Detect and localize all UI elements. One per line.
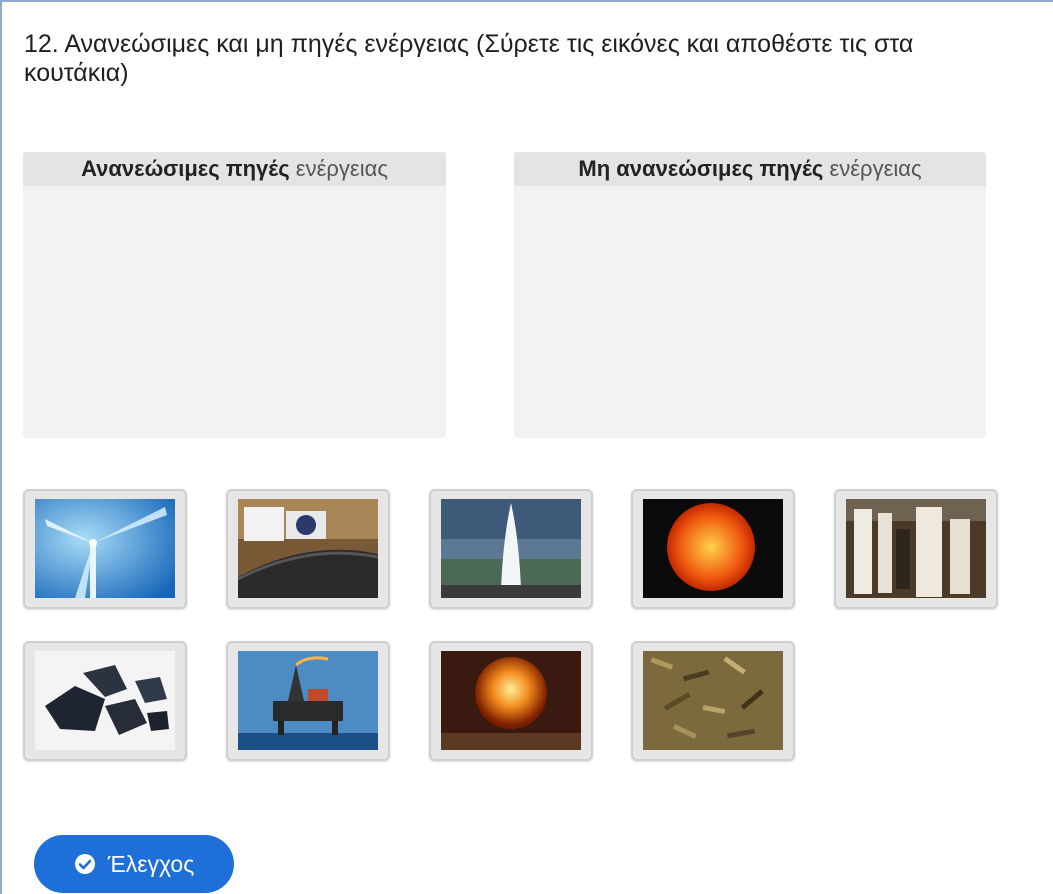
draggable-tile-geyser[interactable] xyxy=(429,489,593,609)
renewable-bucket-title-bold: Ανανεώσιμες πηγές xyxy=(81,156,290,181)
draggable-tile-sun[interactable] xyxy=(631,489,795,609)
frame-left-border xyxy=(0,0,2,894)
renewable-bucket-title-light: ενέργειας xyxy=(289,156,388,181)
oil-pipeline-image xyxy=(238,499,378,598)
sun-image xyxy=(643,499,783,598)
renewable-bucket-header: Ανανεώσιμες πηγές ενέργειας xyxy=(23,152,446,186)
non-renewable-bucket-title-light: ενέργειας xyxy=(823,156,922,181)
draggable-tile-nuclear-explosion[interactable] xyxy=(429,641,593,761)
non-renewable-drop-zone[interactable] xyxy=(514,186,986,438)
nuclear-explosion-image xyxy=(441,651,581,750)
draggable-tile-waterfall[interactable] xyxy=(834,489,998,609)
renewable-bucket[interactable]: Ανανεώσιμες πηγές ενέργειας xyxy=(23,152,446,438)
check-answer-label: Έλεγχος xyxy=(107,851,195,877)
non-renewable-bucket-header: Μη ανανεώσιμες πηγές ενέργειας xyxy=(514,152,986,186)
check-circle-icon xyxy=(74,854,95,874)
non-renewable-bucket[interactable]: Μη ανανεώσιμες πηγές ενέργειας xyxy=(514,152,986,438)
coal-image xyxy=(35,651,175,750)
oil-platform-image xyxy=(238,651,378,750)
draggable-tile-biomass[interactable] xyxy=(631,641,795,761)
question-text: 12. Ανανεώσιμες και μη πηγές ενέργειας (… xyxy=(24,30,914,87)
draggable-tile-coal[interactable] xyxy=(23,641,187,761)
draggable-tile-oil-pipeline[interactable] xyxy=(226,489,390,609)
wind-turbine-image xyxy=(35,499,175,598)
draggable-tile-wind-turbine[interactable] xyxy=(23,489,187,609)
geyser-image xyxy=(441,499,581,598)
frame-top-border xyxy=(0,0,1053,2)
check-answer-button[interactable]: Έλεγχος xyxy=(34,835,234,893)
draggable-tile-oil-platform[interactable] xyxy=(226,641,390,761)
waterfall-image xyxy=(846,499,986,598)
biomass-wood-chips-image xyxy=(643,651,783,750)
renewable-drop-zone[interactable] xyxy=(23,186,446,438)
non-renewable-bucket-title-bold: Μη ανανεώσιμες πηγές xyxy=(578,156,824,181)
